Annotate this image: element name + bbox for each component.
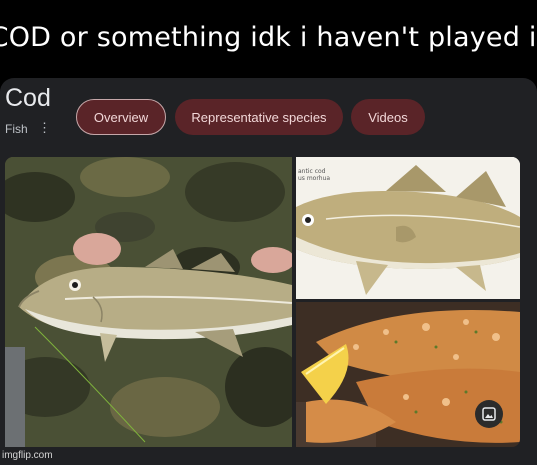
knowledge-panel-title: Cod [5,84,51,112]
chip-representative-species-label: Representative species [191,109,327,125]
meme-caption-bar: COD or something idk i haven't played it [0,0,537,74]
imgflip-watermark: imgflip.com [2,450,53,461]
chip-representative-species[interactable]: Representative species [175,99,343,135]
cod-photo-main-drawing [5,157,292,447]
chip-overview[interactable]: Overview [76,99,166,135]
cod-illustration[interactable]: antic cod us morhua [296,157,520,299]
knowledge-panel-subtitle: Fish [5,122,28,136]
meme-caption: COD or something idk i haven't played it [0,21,537,53]
more-options-icon[interactable]: ⋮ [38,120,51,136]
cod-photo-main[interactable] [5,157,292,447]
chip-overview-label: Overview [93,109,149,125]
diagram-label-line1: antic cod [298,168,326,175]
chip-videos[interactable]: Videos [351,99,425,135]
chip-videos-label: Videos [368,109,408,125]
gallery-button[interactable] [475,400,503,428]
image-icon [482,407,496,421]
diagram-label-line2: us morhua [298,175,330,182]
diagram-label: antic cod us morhua [298,168,330,182]
